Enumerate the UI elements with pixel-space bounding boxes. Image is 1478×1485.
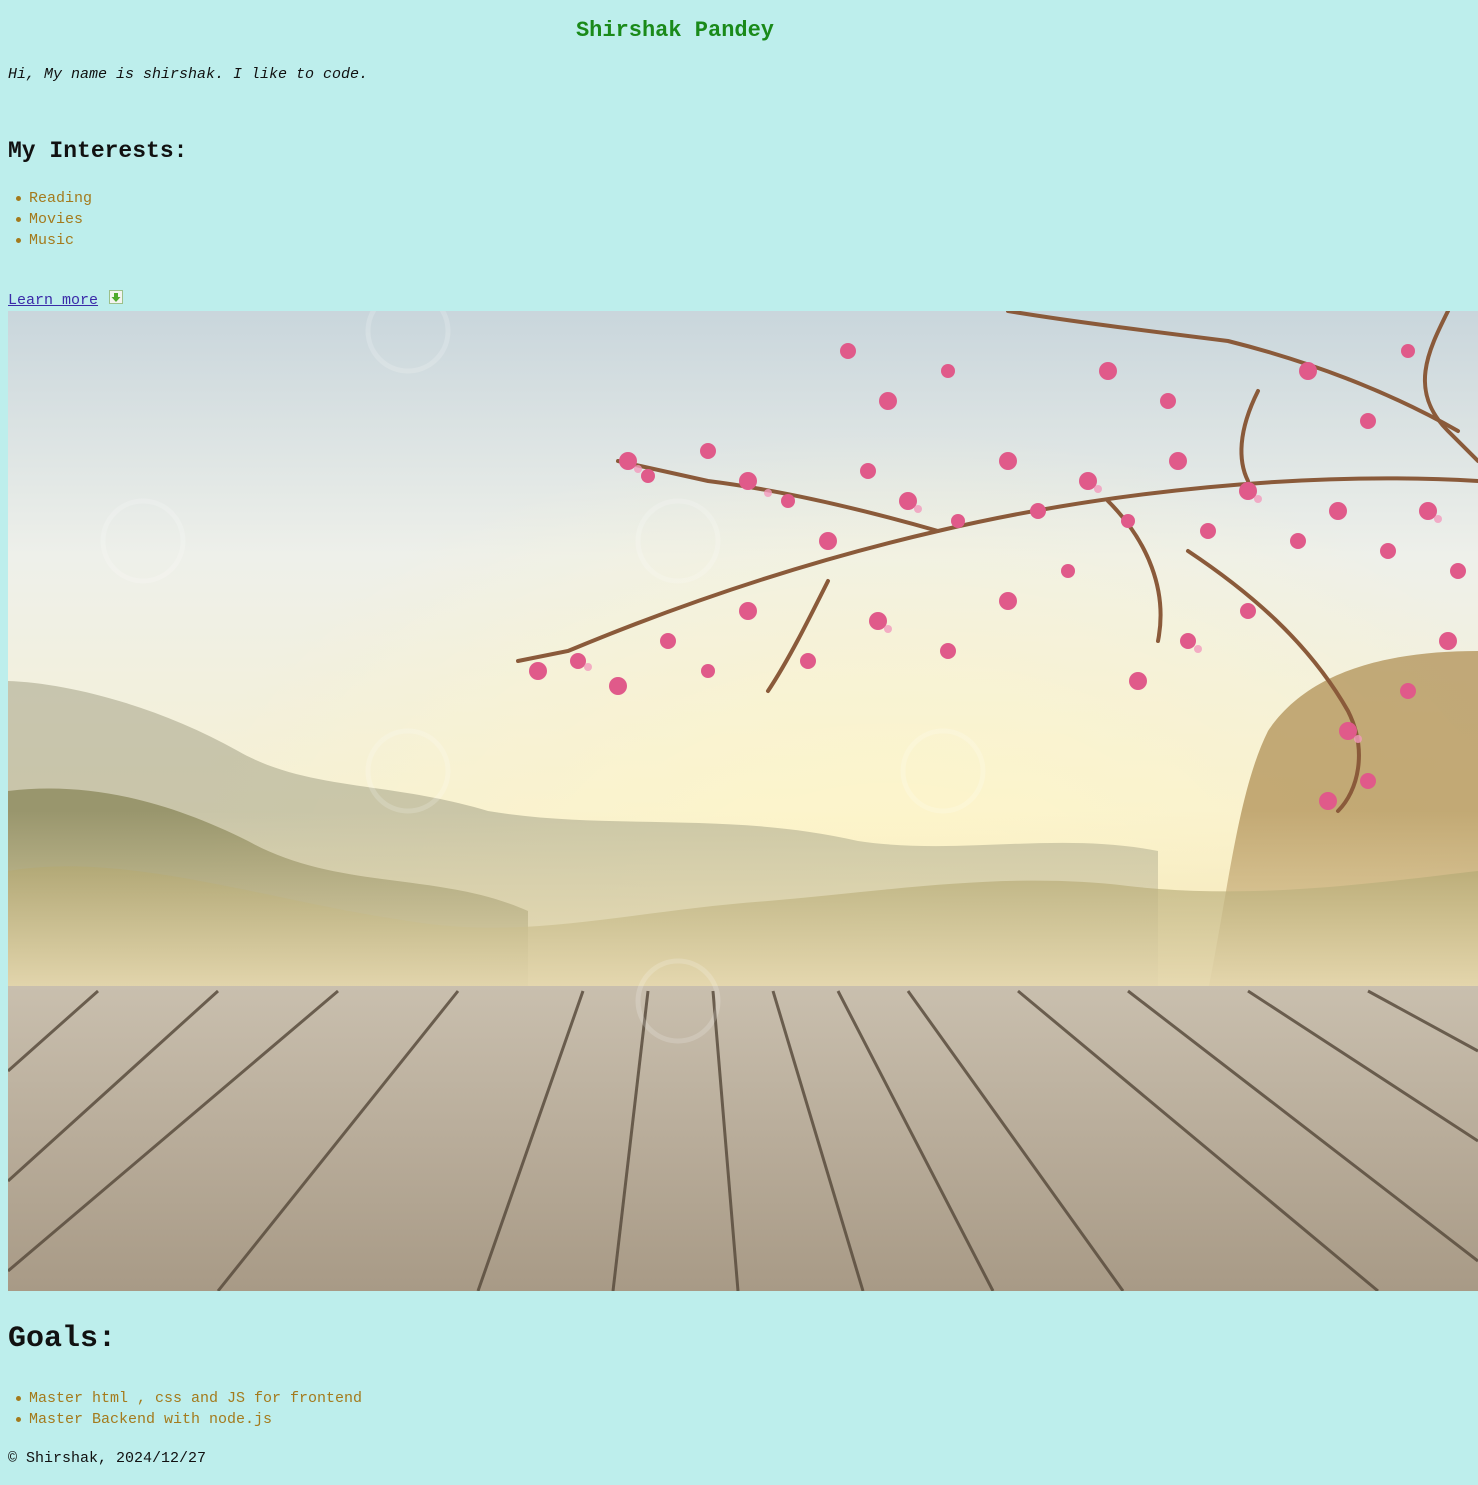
bullet-icon <box>16 238 21 243</box>
bullet-icon <box>16 1396 21 1401</box>
interest-label: Movies <box>29 211 84 228</box>
interest-label: Music <box>29 232 75 249</box>
hero-image <box>8 311 1478 1291</box>
learn-more-link[interactable]: Learn more <box>8 292 98 309</box>
list-item: Music <box>16 230 92 251</box>
interests-list: Reading Movies Music <box>16 188 92 251</box>
goal-label: Master Backend with node.js <box>29 1411 273 1428</box>
intro-text: Hi, My name is shirshak. I like to code. <box>8 66 369 83</box>
goals-list: Master html , css and JS for frontend Ma… <box>16 1388 362 1430</box>
page-title: Shirshak Pandey <box>575 18 775 43</box>
bullet-icon <box>16 196 21 201</box>
list-item: Master html , css and JS for frontend <box>16 1388 362 1409</box>
goal-label: Master html , css and JS for frontend <box>29 1390 363 1407</box>
interest-label: Reading <box>29 190 93 207</box>
interests-heading: My Interests: <box>8 138 188 164</box>
list-item: Master Backend with node.js <box>16 1409 362 1430</box>
bullet-icon <box>16 1417 21 1422</box>
list-item: Movies <box>16 209 92 230</box>
list-item: Reading <box>16 188 92 209</box>
bullet-icon <box>16 217 21 222</box>
footer-text: © Shirshak, 2024/12/27 <box>8 1450 207 1467</box>
goals-heading: Goals: <box>8 1322 117 1356</box>
download-icon[interactable] <box>109 290 123 304</box>
